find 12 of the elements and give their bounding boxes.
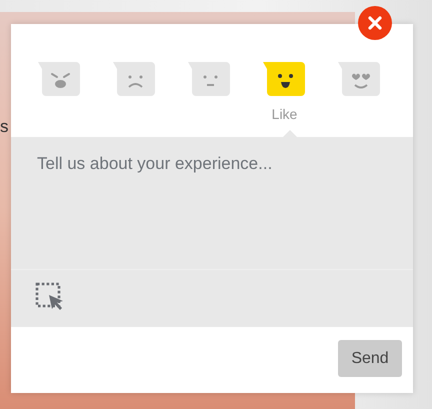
close-icon <box>368 16 382 30</box>
screenshot-select-icon[interactable] <box>35 282 65 312</box>
angry-face-icon[interactable] <box>38 62 82 96</box>
send-button[interactable]: Send <box>338 340 402 377</box>
background-text: s <box>0 117 8 137</box>
feedback-field[interactable]: Tell us about your experience... <box>11 137 413 270</box>
happy-face-icon[interactable] <box>262 62 306 96</box>
reaction-label: Like <box>272 106 298 122</box>
neutral-face-icon[interactable] <box>188 62 232 96</box>
love-face-icon[interactable] <box>338 62 382 96</box>
sad-face-icon[interactable] <box>112 62 156 96</box>
close-button[interactable] <box>358 6 392 40</box>
